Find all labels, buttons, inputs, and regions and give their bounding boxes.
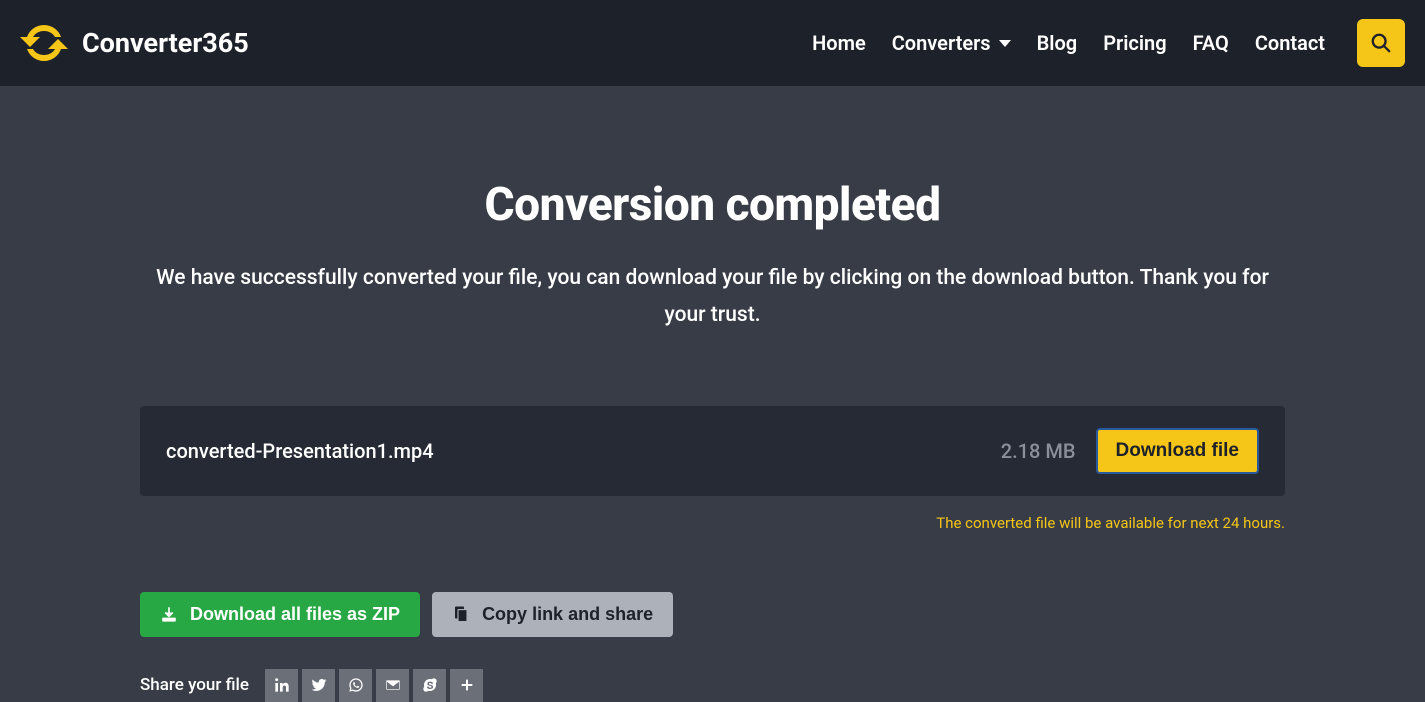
nav-pricing[interactable]: Pricing [1103,31,1166,55]
action-buttons: Download all files as ZIP Copy link and … [140,592,1285,637]
chevron-down-icon [999,40,1011,47]
share-section: Share your file [140,669,1285,702]
file-name: converted-Presentation1.mp4 [166,439,1001,463]
nav-faq[interactable]: FAQ [1193,31,1229,55]
nav-home[interactable]: Home [812,31,866,55]
email-icon [385,677,401,693]
page-title: Conversion completed [140,178,1285,232]
file-row: converted-Presentation1.mp4 2.18 MB Down… [140,406,1285,496]
search-icon [1370,32,1392,54]
availability-notice: The converted file will be available for… [140,514,1285,532]
share-linkedin[interactable] [265,669,298,702]
skype-icon [422,677,438,693]
share-icons [265,669,483,702]
page-subtitle: We have successfully converted your file… [140,260,1285,334]
nav-contact[interactable]: Contact [1255,31,1325,55]
copy-link-button[interactable]: Copy link and share [432,592,673,637]
twitter-icon [311,677,327,693]
share-label: Share your file [140,675,249,695]
share-email[interactable] [376,669,409,702]
nav-converters-label: Converters [892,31,991,55]
nav-blog[interactable]: Blog [1037,31,1078,55]
download-file-button[interactable]: Download file [1096,428,1260,474]
download-icon [160,605,178,623]
converter-logo-icon [20,19,68,67]
search-button[interactable] [1357,19,1405,67]
download-zip-button[interactable]: Download all files as ZIP [140,592,420,637]
main-content: Conversion completed We have successfull… [0,178,1425,702]
copy-link-label: Copy link and share [482,604,653,625]
header: Converter365 Home Converters Blog Pricin… [0,0,1425,86]
share-twitter[interactable] [302,669,335,702]
linkedin-icon [274,677,290,693]
main-nav: Home Converters Blog Pricing FAQ Contact [812,19,1405,67]
share-whatsapp[interactable] [339,669,372,702]
whatsapp-icon [348,677,364,693]
download-zip-label: Download all files as ZIP [190,604,400,625]
brand-name: Converter365 [82,27,249,59]
plus-icon [459,677,475,693]
share-skype[interactable] [413,669,446,702]
nav-converters[interactable]: Converters [892,31,1011,55]
logo[interactable]: Converter365 [20,19,249,67]
share-more[interactable] [450,669,483,702]
file-size: 2.18 MB [1001,439,1076,463]
copy-icon [452,605,470,623]
